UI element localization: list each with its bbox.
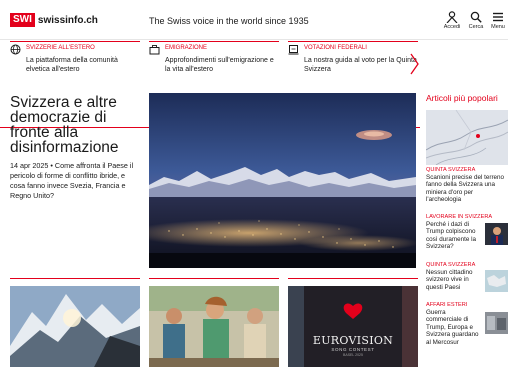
map-thumbnail[interactable] <box>485 270 508 292</box>
popular-text: Perché i dazi di Trump colpiscono così d… <box>426 221 477 251</box>
popular-item[interactable]: AFFARI ESTERI Guerra commerciale di Trum… <box>426 302 482 346</box>
site-logo[interactable]: SWI swissinfo.ch <box>10 13 98 27</box>
eurovision-title: EUROVISION <box>312 334 394 347</box>
strip-text: La nostra guida al voto per la Quinta Sv… <box>304 57 417 73</box>
popular-item[interactable]: QUINTA SVIZZERA Scanioni precise del ter… <box>426 167 508 204</box>
tagline: The Swiss voice in the world since 1935 <box>149 16 309 26</box>
eurovision-city: BASEL 2025 <box>343 353 363 357</box>
menu-label: Menu <box>491 24 505 30</box>
info-strip: SVIZZERIE ALL'ESTERO La piattaforma dell… <box>0 41 508 128</box>
mountain-image <box>10 286 140 367</box>
search-icon <box>470 11 482 23</box>
popular-articles: Articoli più popolari QUINTA SVIZZERA Sc… <box>426 88 508 346</box>
archeology-lidar-image[interactable] <box>426 110 508 165</box>
lead-separator: • <box>50 161 53 170</box>
popular-category: QUINTA SVIZZERA <box>426 262 476 268</box>
strip-item-federal-votes[interactable]: VOTAZIONI FEDERALI La nostra guida al vo… <box>288 41 418 87</box>
strip-item-emigration[interactable]: EMIGRAZIONE Approfondimenti sull'emigraz… <box>149 41 279 87</box>
site-header: SWI swissinfo.ch The Swiss voice in the … <box>0 0 508 40</box>
search-button[interactable]: Cerca <box>465 11 487 30</box>
strip-item-swiss-abroad[interactable]: SVIZZERIE ALL'ESTERO La piattaforma dell… <box>10 41 140 87</box>
lead-date: 14 apr 2025 <box>10 161 49 170</box>
suitcase-icon <box>149 45 160 55</box>
eurovision-subtitle: SONG CONTEST <box>331 347 375 352</box>
popular-title: Articoli più popolari <box>426 93 498 103</box>
popular-item[interactable]: LAVORARE IN SVIZZERA Perché i dazi di Tr… <box>426 214 493 251</box>
search-label: Cerca <box>468 24 484 30</box>
trump-thumbnail[interactable] <box>485 223 508 245</box>
bottom-card-mountains[interactable] <box>10 278 140 367</box>
strip-text: Approfondimenti sull'emigrazione e la vi… <box>165 57 274 73</box>
login-label: Accedi <box>443 24 461 30</box>
alpine-night-image <box>149 93 416 268</box>
bottom-card-eurovision[interactable]: EUROVISION SONG CONTEST BASEL 2025 <box>288 278 418 367</box>
chevron-right-icon[interactable] <box>408 52 420 76</box>
lead-article[interactable]: Svizzera e altre democrazie di fronte al… <box>10 95 140 201</box>
popular-text: Guerra commerciale di Trump, Europa e Sv… <box>426 309 479 346</box>
popular-category: LAVORARE IN SVIZZERA <box>426 214 493 220</box>
lead-title: Svizzera e altre democrazie di fronte al… <box>10 94 119 156</box>
popular-category: AFFARI ESTERI <box>426 302 468 308</box>
login-button[interactable]: Accedi <box>441 11 463 30</box>
user-icon <box>446 11 458 23</box>
globe-icon <box>10 44 21 55</box>
lead-teaser: 14 apr 2025 • Come affronta il Paese il … <box>10 161 140 201</box>
popular-text: Nessun cittadino svizzero vive in questi… <box>426 269 473 291</box>
strip-category: VOTAZIONI FEDERALI <box>304 45 367 51</box>
ballot-icon <box>288 45 299 55</box>
popular-text: Scanioni precise del terreno fanno della… <box>426 174 505 204</box>
trade-thumbnail[interactable] <box>485 312 508 334</box>
popular-category: QUINTA SVIZZERA <box>426 167 476 173</box>
menu-button[interactable]: Menu <box>487 11 508 30</box>
logo-text: swissinfo.ch <box>37 14 98 26</box>
cafe-people-image <box>149 286 279 367</box>
bottom-card-people[interactable] <box>149 278 279 367</box>
strip-text: La piattaforma della comunità elvetica a… <box>26 57 118 73</box>
strip-category: SVIZZERIE ALL'ESTERO <box>26 45 95 51</box>
hamburger-icon <box>493 12 503 22</box>
strip-category: EMIGRAZIONE <box>165 45 208 51</box>
logo-mark: SWI <box>10 13 35 27</box>
popular-item[interactable]: QUINTA SVIZZERA Nessun cittadino svizzer… <box>426 262 482 291</box>
lead-image[interactable] <box>149 93 416 268</box>
